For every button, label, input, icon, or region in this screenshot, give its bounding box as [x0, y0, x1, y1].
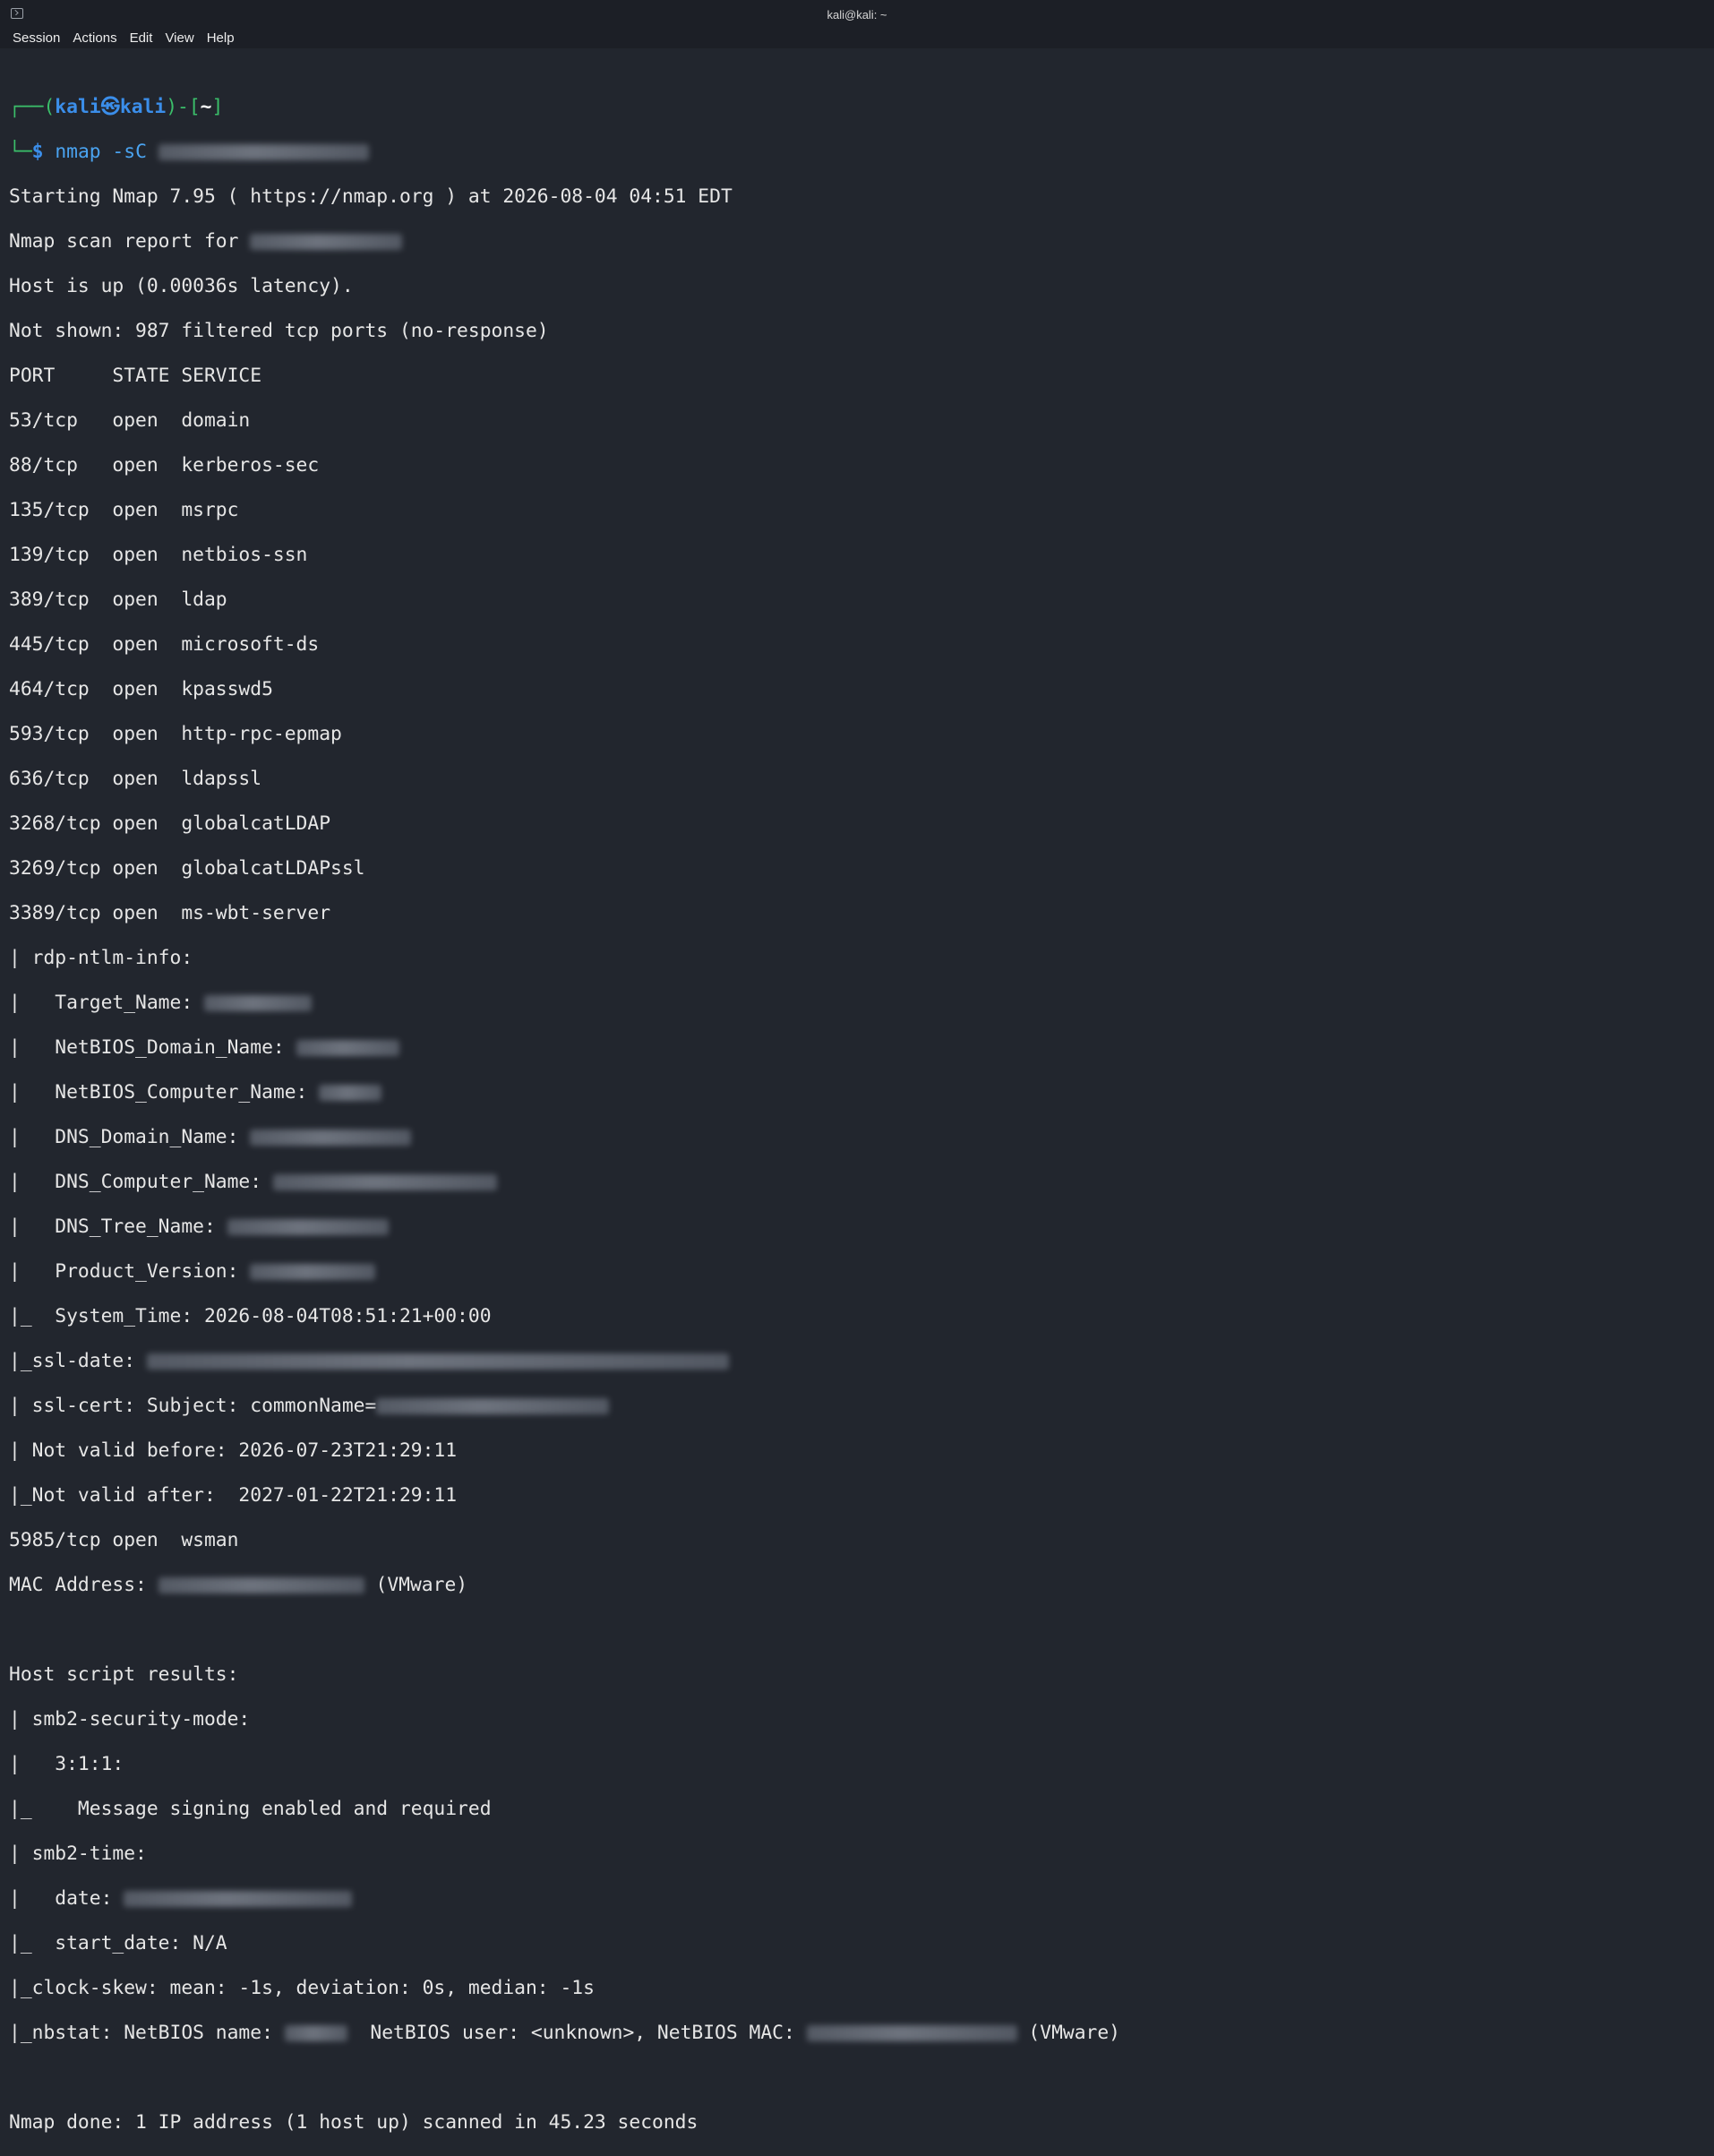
- script-line: | Not valid before: 2026-07-23T21:29:11: [9, 1439, 458, 1462]
- command-text: nmap -sC: [55, 141, 159, 163]
- menu-view[interactable]: View: [159, 29, 200, 48]
- port-row: 593/tcp open http-rpc-epmap: [9, 723, 342, 745]
- script-line: |_clock-skew: mean: -1s, deviation: 0s, …: [9, 1977, 595, 1999]
- output-line: Host script results:: [9, 1663, 239, 1686]
- menu-actions[interactable]: Actions: [66, 29, 123, 48]
- prompt-line-2: └─$ nmap -sC: [9, 141, 1701, 163]
- redacted-mac: [158, 1577, 364, 1593]
- port-row: 53/tcp open domain: [9, 409, 251, 432]
- script-line: |_nbstat: NetBIOS name: NetBIOS user: <u…: [9, 2022, 1121, 2044]
- prompt-host: kali: [119, 96, 167, 118]
- window-title: kali@kali: ~: [827, 8, 887, 21]
- script-line: | Product_Version:: [9, 1260, 1701, 1283]
- output-line: Starting Nmap 7.95 ( https://nmap.org ) …: [9, 185, 733, 208]
- port-header: PORT STATE SERVICE: [9, 365, 262, 387]
- redacted-target: [158, 144, 369, 160]
- redacted-value: [250, 1264, 376, 1280]
- port-row: 636/tcp open ldapssl: [9, 768, 262, 790]
- port-row: 464/tcp open kpasswd5: [9, 678, 273, 700]
- redacted-host: [250, 234, 403, 250]
- output-line: Nmap done: 1 IP address (1 host up) scan…: [9, 2111, 698, 2134]
- port-row: 5985/tcp open wsman: [9, 1529, 239, 1551]
- redacted-value: [296, 1040, 399, 1056]
- script-line: | date:: [9, 1887, 1701, 1910]
- redacted-value: [284, 2025, 347, 2041]
- output-line: Not shown: 987 filtered tcp ports (no-re…: [9, 320, 549, 342]
- menu-session[interactable]: Session: [0, 29, 66, 48]
- terminal-output[interactable]: ┌──(kali㉿kali)-[~] └─$ nmap -sC Starting…: [9, 73, 1701, 2134]
- mac-line: MAC Address: (VMware): [9, 1574, 468, 1596]
- script-line: | smb2-time:: [9, 1842, 159, 1865]
- redacted-mac: [806, 2025, 1017, 2041]
- port-row: 389/tcp open ldap: [9, 588, 227, 611]
- script-line: | 3:1:1:: [9, 1753, 136, 1775]
- redacted-value: [203, 995, 312, 1011]
- menu-help[interactable]: Help: [201, 29, 241, 48]
- script-line: |_Not valid after: 2027-01-22T21:29:11: [9, 1484, 458, 1507]
- redacted-value: [376, 1398, 610, 1414]
- script-line: | DNS_Computer_Name:: [9, 1171, 1701, 1193]
- port-row: 445/tcp open microsoft-ds: [9, 633, 320, 656]
- output-line: Host is up (0.00036s latency).: [9, 275, 354, 297]
- script-line: | rdp-ntlm-info:: [9, 947, 204, 969]
- redacted-value: [250, 1130, 412, 1146]
- prompt-user: kali: [55, 96, 101, 118]
- script-line: |_ System_Time: 2026-08-04T08:51:21+00:0…: [9, 1305, 492, 1327]
- prompt-dir: ~: [200, 96, 212, 118]
- port-row: 3389/tcp open ms-wbt-server: [9, 902, 331, 924]
- port-row: 3268/tcp open globalcatLDAP: [9, 812, 331, 835]
- script-line: | DNS_Tree_Name:: [9, 1215, 1701, 1238]
- redacted-value: [124, 1891, 353, 1907]
- menu-bar: Session Actions Edit View Help: [0, 29, 1714, 48]
- script-line: | ssl-cert: Subject: commonName=: [9, 1395, 1701, 1417]
- output-line: Nmap scan report for: [9, 230, 1701, 253]
- script-line: | DNS_Domain_Name:: [9, 1126, 1701, 1148]
- script-line: | Target_Name:: [9, 992, 1701, 1014]
- redacted-value: [146, 1353, 729, 1370]
- port-row: 135/tcp open msrpc: [9, 499, 239, 521]
- script-line: | smb2-security-mode:: [9, 1708, 262, 1731]
- script-line: | NetBIOS_Computer_Name:: [9, 1081, 1701, 1104]
- prompt-line-1: ┌──(kali㉿kali)-[~]: [9, 96, 224, 118]
- port-row: 139/tcp open netbios-ssn: [9, 544, 308, 566]
- title-bar: kali@kali: ~: [0, 0, 1714, 29]
- script-line: | NetBIOS_Domain_Name:: [9, 1036, 1701, 1059]
- menu-edit[interactable]: Edit: [124, 29, 159, 48]
- script-line: |_ start_date: N/A: [9, 1932, 227, 1954]
- redacted-value: [319, 1085, 382, 1101]
- port-row: 3269/tcp open globalcatLDAPssl: [9, 857, 365, 880]
- redacted-value: [272, 1174, 497, 1190]
- script-line: |_ssl-date:: [9, 1350, 1701, 1372]
- redacted-value: [227, 1219, 389, 1235]
- script-line: |_ Message signing enabled and required: [9, 1798, 492, 1820]
- port-row: 88/tcp open kerberos-sec: [9, 454, 320, 477]
